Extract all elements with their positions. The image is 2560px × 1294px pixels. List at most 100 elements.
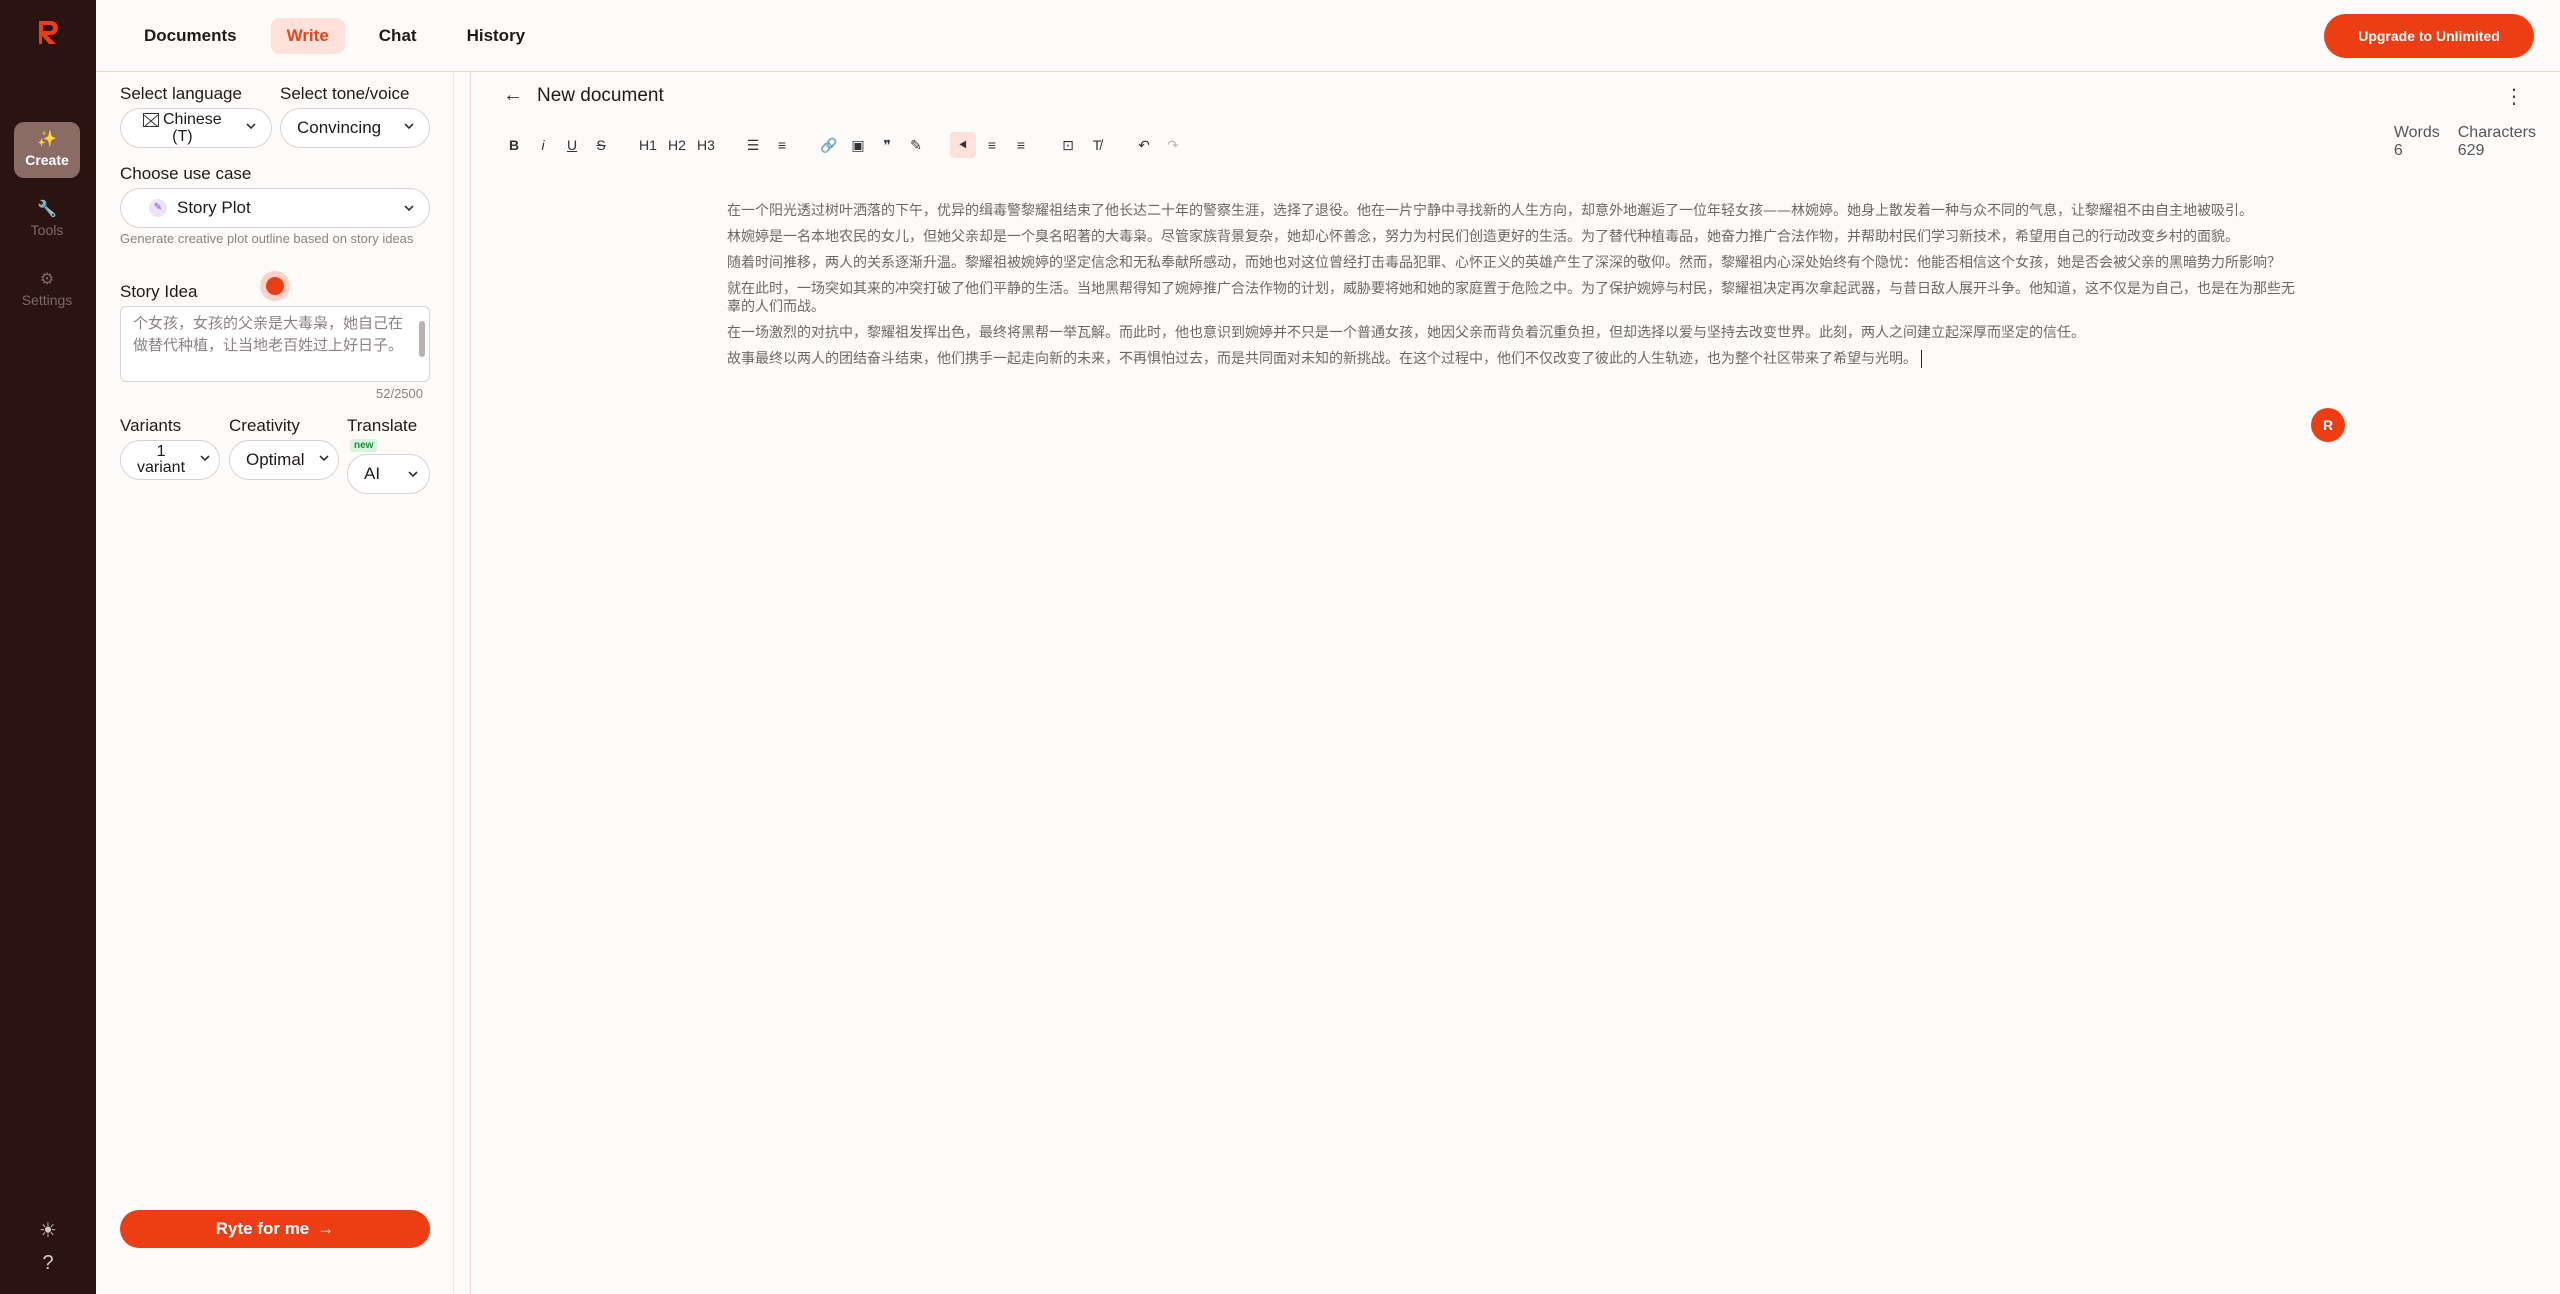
paragraph: 就在此时，一场突如其来的冲突打破了他们平静的生活。当地黑帮得知了婉婷推广合法作物…	[727, 281, 2295, 315]
use-case-label: Choose use case	[120, 164, 252, 183]
sun-icon[interactable]: ☀	[36, 1219, 60, 1243]
variants-unit: variant	[137, 459, 186, 476]
translate-label: Translate	[347, 416, 418, 435]
story-idea-input[interactable]: 个女孩，女孩的父亲是大毒枭，她自己在做替代种植，让当地老百姓过上好日子。	[120, 306, 430, 382]
story-idea-label: Story Idea	[120, 282, 198, 301]
paragraph: 随着时间推移，两人的关系逐渐升温。黎耀祖被婉婷的坚定信念和无私奉献所感动，而她也…	[727, 255, 2281, 271]
align-left-icon[interactable]: ⯇	[950, 132, 976, 158]
nav-history[interactable]: History	[451, 18, 542, 54]
language-value-variant: (T)	[172, 128, 193, 145]
tone-label: Select tone/voice	[280, 84, 410, 103]
ryte-assistant-icon[interactable]: R	[2311, 408, 2345, 442]
tone-select[interactable]: Convincing	[280, 108, 430, 148]
language-value: Chinese	[163, 111, 222, 128]
rail-item-label: Tools	[30, 222, 64, 238]
top-nav-bar: Documents Write Chat History Upgrade to …	[96, 0, 2560, 72]
text-cursor	[1921, 350, 1922, 368]
nav-chat[interactable]: Chat	[363, 18, 433, 54]
words-value: 6	[2393, 142, 2403, 159]
chevron-down-icon	[200, 455, 210, 462]
underline-button[interactable]: U	[559, 132, 585, 158]
bullet-list-icon[interactable]: ☰	[740, 132, 766, 158]
rail-item-tools[interactable]: 🔧 Tools	[14, 192, 80, 248]
nav-documents[interactable]: Documents	[128, 18, 253, 54]
left-rail: ✨ Create 🔧 Tools ⚙ Settings ☀ ?	[0, 0, 96, 1294]
undo-icon[interactable]: ↶	[1131, 132, 1157, 158]
document-stats: Words 6 Characters 629	[2394, 124, 2536, 160]
chevron-down-icon	[408, 471, 418, 478]
wrench-icon: 🔧	[37, 201, 57, 218]
ryte-button-label: Ryte for me	[215, 1219, 310, 1238]
variants-count: 1	[156, 443, 166, 460]
words-label: Words	[2393, 124, 2440, 141]
rail-item-label: Settings	[21, 292, 73, 308]
recording-indicator[interactable]	[260, 271, 290, 301]
textarea-scrollbar[interactable]	[419, 321, 425, 357]
heading1-button[interactable]: H1	[635, 132, 661, 158]
document-body[interactable]: 在一个阳光透过树叶洒落的下午，优异的缉毒警黎耀祖结束了他长达二十年的警察生涯，选…	[727, 202, 2307, 376]
quote-icon[interactable]: ❞	[874, 132, 900, 158]
translate-select[interactable]: AI	[347, 454, 430, 494]
document-title[interactable]: New document	[537, 85, 664, 107]
heading3-button[interactable]: H3	[693, 132, 719, 158]
main-nav: Documents Write Chat History	[128, 18, 541, 54]
ryte-for-me-button[interactable]: Ryte for me →	[120, 1210, 430, 1248]
link-icon[interactable]: 🔗	[816, 132, 842, 158]
highlight-icon[interactable]: ✎	[903, 132, 929, 158]
italic-button[interactable]: i	[530, 132, 556, 158]
align-center-icon[interactable]: ≡	[979, 132, 1005, 158]
character-counter: 52/2500	[376, 386, 423, 401]
chevron-down-icon	[404, 123, 414, 130]
flag-icon	[143, 112, 159, 127]
upgrade-button[interactable]: Upgrade to Unlimited	[2324, 14, 2534, 58]
chevron-down-icon	[319, 455, 329, 462]
characters-label: Characters	[2457, 124, 2536, 141]
embed-icon[interactable]: ⊡	[1055, 132, 1081, 158]
sliders-icon: ⚙	[39, 271, 55, 288]
paragraph: 在一场激烈的对抗中，黎耀祖发挥出色，最终将黑帮一举瓦解。而此时，他也意识到婉婷并…	[727, 325, 2085, 341]
story-icon: ✎	[149, 199, 167, 217]
help-icon[interactable]: ?	[36, 1251, 60, 1275]
write-sidebar: Select language Select tone/voice Chines…	[96, 72, 454, 1294]
chevron-down-icon	[404, 205, 414, 212]
document-header: ← New document	[503, 84, 664, 107]
variants-select[interactable]: 1 variant	[120, 440, 220, 480]
creativity-value: Optimal	[246, 450, 305, 469]
more-options-icon[interactable]: ⋮	[2504, 84, 2524, 109]
words-stat: Words 6	[2394, 124, 2440, 160]
align-right-icon[interactable]: ≡	[1008, 132, 1034, 158]
creativity-select[interactable]: Optimal	[229, 440, 339, 480]
variants-label: Variants	[120, 416, 182, 435]
language-label: Select language	[120, 84, 242, 103]
document-editor: ← New document ⋮ B i U S H1 H2 H3 ☰ ≡ 🔗 …	[470, 72, 2560, 1294]
paragraph: 林婉婷是一名本地农民的女儿，但她父亲却是一个臭名昭著的大毒枭。尽管家族背景复杂，…	[727, 229, 2239, 245]
use-case-value: Story Plot	[177, 198, 251, 217]
ryte-logo[interactable]	[34, 18, 62, 46]
clear-format-icon[interactable]: T̸	[1084, 132, 1110, 158]
numbered-list-icon[interactable]: ≡	[769, 132, 795, 158]
sparkle-icon: ✨	[37, 131, 57, 148]
use-case-select[interactable]: ✎ Story Plot	[120, 188, 430, 228]
rail-item-label: Create	[25, 152, 69, 168]
strikethrough-button[interactable]: S	[588, 132, 614, 158]
arrow-right-icon: →	[317, 1219, 335, 1238]
story-idea-text: 个女孩，女孩的父亲是大毒枭，她自己在做替代种植，让当地老百姓过上好日子。	[133, 315, 404, 354]
paragraph-last: 故事最终以两人的团结奋斗结束，他们携手一起走向新的未来，不再惧怕过去，而是共同面…	[727, 350, 2307, 368]
back-arrow-icon[interactable]: ←	[503, 84, 523, 107]
rail-item-settings[interactable]: ⚙ Settings	[14, 262, 80, 318]
chevron-down-icon	[246, 123, 256, 130]
characters-value: 629	[2457, 142, 2485, 159]
heading2-button[interactable]: H2	[664, 132, 690, 158]
redo-icon[interactable]: ↷	[1160, 132, 1186, 158]
use-case-hint: Generate creative plot outline based on …	[120, 231, 414, 246]
image-icon[interactable]: ▣	[845, 132, 871, 158]
nav-write[interactable]: Write	[270, 18, 345, 54]
rail-item-create[interactable]: ✨ Create	[14, 122, 80, 178]
tone-value: Convincing	[297, 118, 382, 137]
language-select[interactable]: Chinese (T)	[120, 108, 272, 148]
paragraph-text: 故事最终以两人的团结奋斗结束，他们携手一起走向新的未来，不再惧怕过去，而是共同面…	[727, 351, 1917, 367]
characters-stat: Characters 629	[2458, 124, 2536, 160]
language-value-line1: Chinese	[143, 111, 222, 128]
bold-button[interactable]: B	[501, 132, 527, 158]
paragraph: 在一个阳光透过树叶洒落的下午，优异的缉毒警黎耀祖结束了他长达二十年的警察生涯，选…	[727, 203, 2253, 219]
